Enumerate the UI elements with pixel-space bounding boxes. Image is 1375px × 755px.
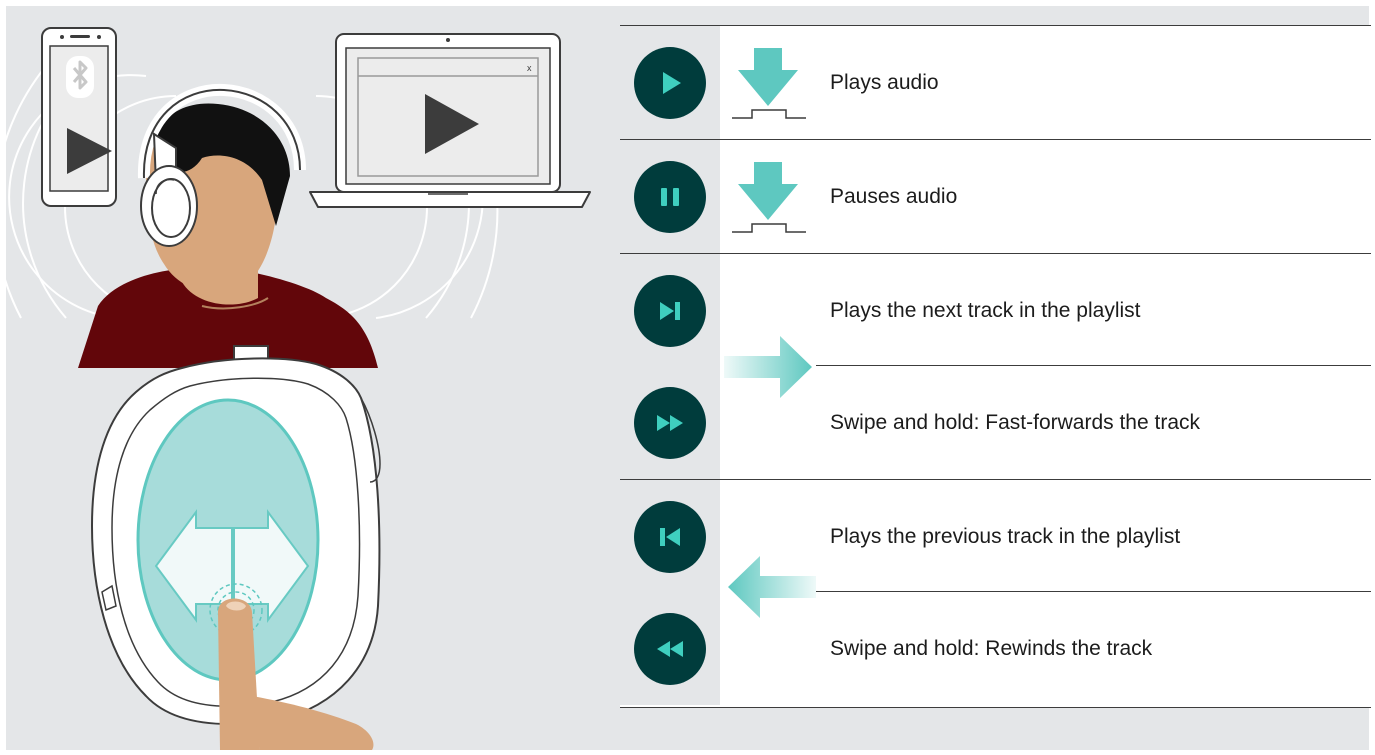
laptop: x xyxy=(309,33,591,208)
icon-cell xyxy=(620,140,720,253)
function-row-play: Plays audio xyxy=(620,26,1371,139)
swipe-left-arrow-icon xyxy=(728,556,816,618)
row-divider xyxy=(620,707,1371,708)
icon-cell xyxy=(620,254,720,367)
illustration-artwork: x xyxy=(6,27,591,750)
person xyxy=(78,103,378,368)
function-label: Plays the next track in the playlist xyxy=(830,299,1141,322)
function-label: Plays the previous track in the playlist xyxy=(830,525,1181,548)
function-row-pause: Pauses audio xyxy=(620,140,1371,253)
function-label: Swipe and hold: Fast-forwards the track xyxy=(830,411,1201,434)
fast-forward-button xyxy=(634,387,706,459)
play-button xyxy=(634,47,706,119)
function-label: Plays audio xyxy=(830,71,939,94)
icon-cell xyxy=(620,480,720,593)
rewind-button xyxy=(634,613,706,685)
function-table: Plays audio Pauses audio Plays the next … xyxy=(620,25,1371,708)
rewind-icon xyxy=(657,641,683,657)
swipe-right-arrow-icon xyxy=(724,336,812,398)
tap-arrow-icon xyxy=(732,48,806,119)
smartphone xyxy=(41,27,117,207)
page: x Plays audio Pauses audio Plays the nex… xyxy=(0,0,1375,755)
laptop-window-close: x xyxy=(527,63,532,73)
previous-track-button xyxy=(634,501,706,573)
icon-cell xyxy=(620,26,720,139)
tap-gesture xyxy=(720,140,816,253)
play-icon xyxy=(663,72,681,94)
tap-gesture xyxy=(720,26,816,139)
next-track-icon xyxy=(660,302,680,320)
tap-arrow-icon xyxy=(732,162,806,233)
pause-icon xyxy=(661,188,679,206)
fast-forward-icon xyxy=(657,415,683,431)
icon-cell xyxy=(620,366,720,479)
function-label: Pauses audio xyxy=(830,185,958,208)
previous-track-icon xyxy=(660,528,680,546)
function-label: Swipe and hold: Rewinds the track xyxy=(830,637,1153,660)
icon-cell xyxy=(620,592,720,705)
next-track-button xyxy=(634,275,706,347)
pause-button xyxy=(634,161,706,233)
